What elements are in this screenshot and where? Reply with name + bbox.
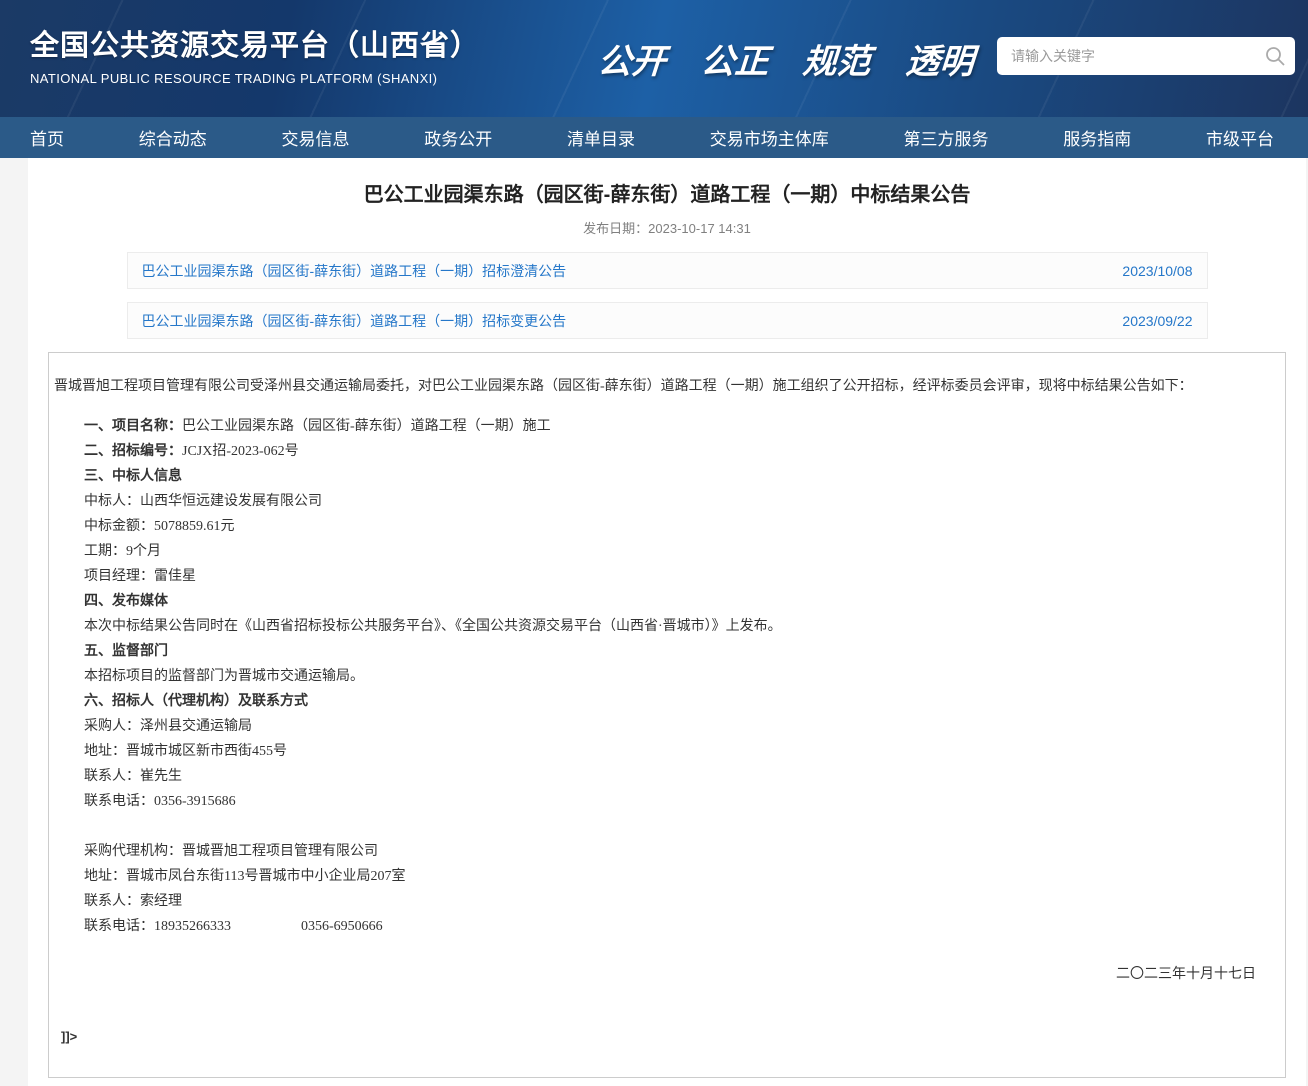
nav-item-service-guide[interactable]: 服务指南: [1063, 125, 1131, 150]
nav-item-home[interactable]: 首页: [30, 125, 64, 150]
nav-item-third-party-services[interactable]: 第三方服务: [904, 125, 989, 150]
heading-contact: 六、招标人（代理机构）及联系方式: [54, 689, 1280, 714]
publish-date: 发布日期：2023-10-17 14:31: [28, 218, 1306, 237]
nav-item-market-entities[interactable]: 交易市场主体库: [710, 125, 829, 150]
nav-item-list-catalog[interactable]: 清单目录: [567, 125, 635, 150]
line-agency: 采购代理机构：晋城晋旭工程项目管理有限公司: [54, 839, 1280, 864]
line-tender-number: 二、招标编号：JCJX招-2023-062号: [54, 439, 1280, 464]
nav-item-trade-info[interactable]: 交易信息: [282, 125, 350, 150]
site-title-en: NATIONAL PUBLIC RESOURCE TRADING PLATFOR…: [30, 71, 480, 86]
announcement-body: 晋城晋旭工程项目管理有限公司受泽州县交通运输局委托，对巴公工业园渠东路（园区街-…: [48, 352, 1286, 1078]
search-box: [997, 37, 1295, 75]
intro-paragraph: 晋城晋旭工程项目管理有限公司受泽州县交通运输局委托，对巴公工业园渠东路（园区街-…: [54, 365, 1280, 409]
line-duration: 工期：9个月: [54, 539, 1280, 564]
slogan-word-open: 公开: [596, 34, 667, 83]
line-project-manager: 项目经理：雷佳星: [54, 564, 1280, 589]
line-publish-media: 本次中标结果公告同时在《山西省招标投标公共服务平台》、《全国公共资源交易平台（山…: [54, 614, 1280, 639]
slogan-banner: 公开 公正 规范 透明: [598, 34, 1000, 83]
nav-item-gov-affairs[interactable]: 政务公开: [424, 125, 492, 150]
article-title: 巴公工业园渠东路（园区街-薛东街）道路工程（一期）中标结果公告: [28, 178, 1306, 207]
related-link-clarification[interactable]: 巴公工业园渠东路（园区街-薛东街）道路工程（一期）招标澄清公告: [142, 261, 567, 281]
nav-item-comprehensive-news[interactable]: 综合动态: [139, 125, 207, 150]
line-purchaser: 采购人：泽州县交通运输局: [54, 714, 1280, 739]
line-purchaser-contact: 联系人：崔先生: [54, 764, 1280, 789]
cdata-artifact-text: ]]>: [54, 1029, 1280, 1044]
site-header: 全国公共资源交易平台（山西省） NATIONAL PUBLIC RESOURCE…: [0, 0, 1308, 117]
related-link-change[interactable]: 巴公工业园渠东路（园区街-薛东街）道路工程（一期）招标变更公告: [142, 311, 567, 331]
line-supervision: 本招标项目的监督部门为晋城市交通运输局。: [54, 664, 1280, 689]
related-date: 2023/10/08: [1122, 263, 1192, 279]
heading-winner-info: 三、中标人信息: [54, 464, 1280, 489]
signature-date: 二〇二三年十月十七日: [54, 962, 1280, 987]
related-announcements: 巴公工业园渠东路（园区街-薛东街）道路工程（一期）招标澄清公告 2023/10/…: [127, 252, 1208, 339]
main-nav: 首页 综合动态 交易信息 政务公开 清单目录 交易市场主体库 第三方服务 服务指…: [0, 117, 1308, 158]
line-bid-amount: 中标金额：5078859.61元: [54, 514, 1280, 539]
related-date: 2023/09/22: [1122, 313, 1192, 329]
line-purchaser-phone: 联系电话：0356-3915686: [54, 789, 1280, 814]
slogan-word-fair: 公正: [699, 34, 770, 83]
line-project-name: 一、项目名称：巴公工业园渠东路（园区街-薛东街）道路工程（一期）施工: [54, 414, 1280, 439]
content-panel: 巴公工业园渠东路（园区街-薛东街）道路工程（一期）中标结果公告 发布日期：202…: [28, 158, 1306, 1086]
site-brand: 全国公共资源交易平台（山西省） NATIONAL PUBLIC RESOURCE…: [30, 22, 480, 86]
line-agency-phone: 联系电话：18935266333 0356-6950666: [54, 914, 1280, 939]
slogan-word-standard: 规范: [801, 34, 872, 83]
search-icon[interactable]: [1263, 44, 1287, 68]
related-row[interactable]: 巴公工业园渠东路（园区街-薛东街）道路工程（一期）招标澄清公告 2023/10/…: [127, 252, 1208, 289]
line-winner: 中标人：山西华恒远建设发展有限公司: [54, 489, 1280, 514]
related-row[interactable]: 巴公工业园渠东路（园区街-薛东街）道路工程（一期）招标变更公告 2023/09/…: [127, 302, 1208, 339]
slogan-word-transparent: 透明: [904, 34, 975, 83]
site-title-cn: 全国公共资源交易平台（山西省）: [30, 22, 480, 64]
line-agency-contact: 联系人：索经理: [54, 889, 1280, 914]
nav-item-city-platform[interactable]: 市级平台: [1206, 125, 1274, 150]
search-input[interactable]: [1009, 47, 1263, 65]
heading-supervision: 五、监督部门: [54, 639, 1280, 664]
heading-publish-media: 四、发布媒体: [54, 589, 1280, 614]
line-agency-address: 地址：晋城市凤台东街113号晋城市中小企业局207室: [54, 864, 1280, 889]
line-purchaser-address: 地址：晋城市城区新市西街455号: [54, 739, 1280, 764]
